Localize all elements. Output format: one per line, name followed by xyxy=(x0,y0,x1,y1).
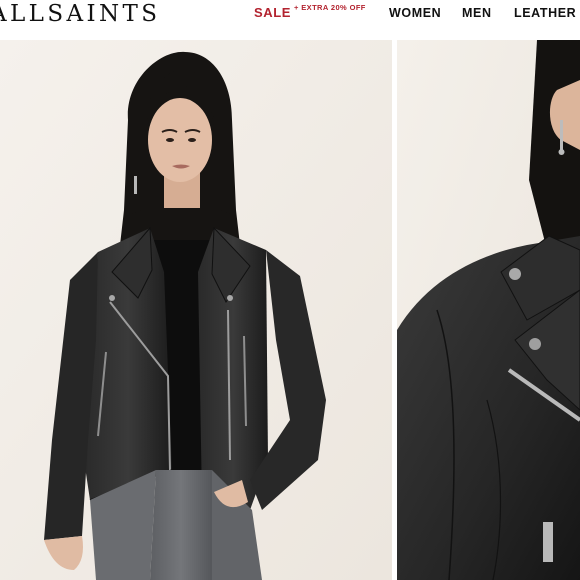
product-photo-full[interactable] xyxy=(0,40,392,580)
nav-men-link[interactable]: MEN xyxy=(462,6,492,20)
nav-sale-link[interactable]: SALE xyxy=(254,5,291,20)
nav-women-link[interactable]: WOMEN xyxy=(389,6,441,20)
product-photo-detail[interactable] xyxy=(397,40,580,580)
product-gallery xyxy=(0,40,580,580)
nav-leather-link[interactable]: LEATHER xyxy=(514,6,576,20)
detail-illustration xyxy=(397,40,580,580)
model-illustration xyxy=(0,40,392,580)
brand-logo[interactable]: ALLSAINTS xyxy=(0,1,160,27)
site-header: ALLSAINTS SALE + EXTRA 20% OFF WOMEN MEN… xyxy=(0,0,580,40)
sale-promo-text: + EXTRA 20% OFF xyxy=(294,3,366,12)
